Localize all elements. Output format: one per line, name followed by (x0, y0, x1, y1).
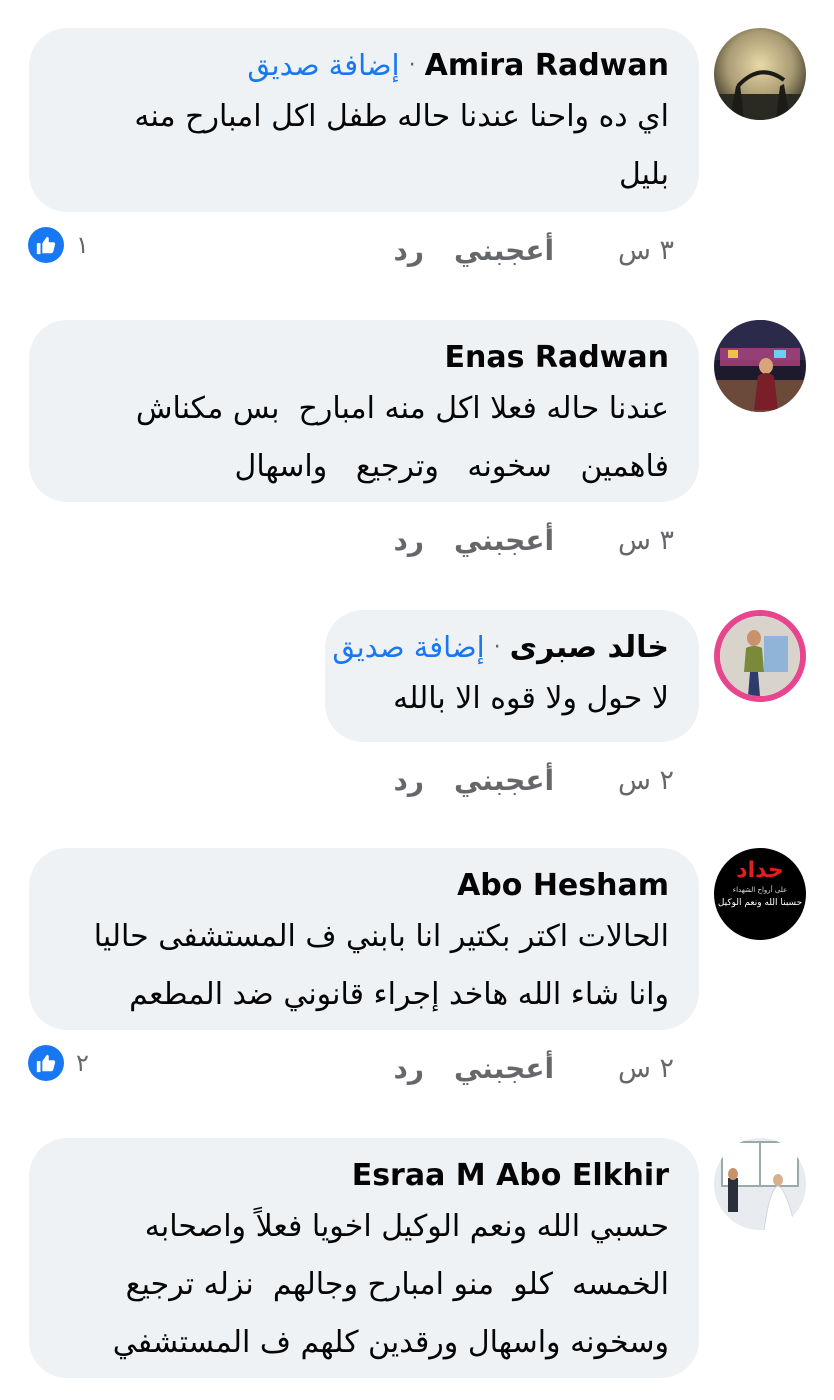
comment-actions: ٣ س أعجبني رد (364, 230, 675, 270)
like-reaction-icon (28, 227, 64, 263)
reply-button[interactable]: رد (364, 524, 425, 557)
author-name[interactable]: Abo Hesham (457, 868, 669, 903)
timestamp[interactable]: ٢ س (590, 1053, 674, 1084)
comment-text-line: اي ده واحنا عندنا حاله طفل اكل امبارح من… (134, 99, 669, 134)
comment-actions: ٢ س أعجبني رد (364, 1048, 675, 1088)
reaction-count: ١ (76, 231, 89, 259)
reaction-summary[interactable]: ٢ (28, 1043, 89, 1083)
avatar-photo-icon (720, 616, 800, 696)
comment-text-line: حسبي الله ونعم الوكيل اخويا فعلاً واصحاب… (144, 1209, 669, 1244)
comment-text-line: الخمسه كلو منو امبارح وجالهم نزله ترجيع (125, 1267, 669, 1302)
reaction-summary[interactable]: ١ (28, 225, 89, 265)
author-name[interactable]: Amira Radwan (425, 48, 669, 83)
comment-bubble: خالد صبرى · إضافة صديق لا حول ولا قوه ال… (325, 610, 699, 742)
like-button[interactable]: أعجبني (442, 234, 566, 267)
comment-header: خالد صبرى · إضافة صديق (332, 624, 669, 670)
avatar[interactable] (714, 28, 806, 120)
avatar-title: حداد (736, 858, 784, 883)
comment-actions: ٣ س أعجبني رد (364, 520, 675, 560)
avatar-photo-icon (714, 28, 806, 120)
author-name[interactable]: خالد صبرى (510, 630, 669, 665)
timestamp[interactable]: ٣ س (590, 235, 674, 266)
author-name[interactable]: Enas Radwan (444, 340, 669, 375)
comment-text-line: الحالات اكتر بكتير انا بابني ف المستشفى … (93, 919, 669, 954)
comment-bubble: Enas Radwan عندنا حاله فعلا اكل منه امبا… (29, 320, 699, 502)
add-friend-link[interactable]: إضافة صديق (247, 48, 399, 82)
like-button[interactable]: أعجبني (442, 764, 566, 797)
comment-header: Esraa M Abo Elkhir (59, 1152, 669, 1198)
like-reaction-icon (28, 1045, 64, 1081)
reply-button[interactable]: رد (364, 764, 425, 797)
comment-text-line: لا حول ولا قوه الا بالله (393, 681, 669, 716)
comment-header: Abo Hesham (59, 862, 669, 908)
comment-text-line: بليل (618, 157, 669, 192)
avatar[interactable] (714, 610, 806, 702)
avatar-photo-icon (714, 320, 806, 412)
timestamp[interactable]: ٣ س (590, 525, 674, 556)
comment-text-line: فاهمين سخونه وترجيع واسهال (234, 449, 669, 484)
avatar[interactable] (714, 1138, 806, 1230)
comment-header: Enas Radwan (59, 334, 669, 380)
comment-header: Amira Radwan · إضافة صديق (59, 42, 669, 88)
avatar[interactable] (714, 320, 806, 412)
avatar-photo-icon (714, 1138, 806, 1230)
separator-dot: · (408, 52, 416, 78)
comment-text-line: عندنا حاله فعلا اكل منه امبارح بس مكناش (135, 391, 669, 426)
timestamp[interactable]: ٢ س (590, 765, 674, 796)
reply-button[interactable]: رد (364, 1052, 425, 1085)
comment-bubble: Abo Hesham الحالات اكتر بكتير انا بابني … (29, 848, 699, 1030)
like-button[interactable]: أعجبني (442, 524, 566, 557)
comment-bubble: Amira Radwan · إضافة صديق اي ده واحنا عن… (29, 28, 699, 212)
reaction-count: ٢ (76, 1049, 89, 1077)
add-friend-link[interactable]: إضافة صديق (332, 630, 484, 664)
comment-actions: ٢ س أعجبني رد (364, 760, 675, 800)
separator-dot: · (493, 634, 501, 660)
author-name[interactable]: Esraa M Abo Elkhir (352, 1158, 669, 1193)
comment-text-line: وسخونه واسهال ورقدين كلهم ف المستشفي (112, 1325, 669, 1360)
avatar-caption: حسبنا الله ونعم الوكيل (717, 898, 803, 908)
comment-text-line: وانا شاء الله هاخد إجراء قانوني ضد المطع… (129, 977, 669, 1012)
avatar-subtitle: على أرواح الشهداء (732, 886, 788, 894)
avatar[interactable]: حداد على أرواح الشهداء حسبنا الله ونعم ا… (714, 848, 806, 940)
reply-button[interactable]: رد (364, 234, 425, 267)
comment-bubble: Esraa M Abo Elkhir حسبي الله ونعم الوكيل… (29, 1138, 699, 1378)
like-button[interactable]: أعجبني (442, 1052, 566, 1085)
